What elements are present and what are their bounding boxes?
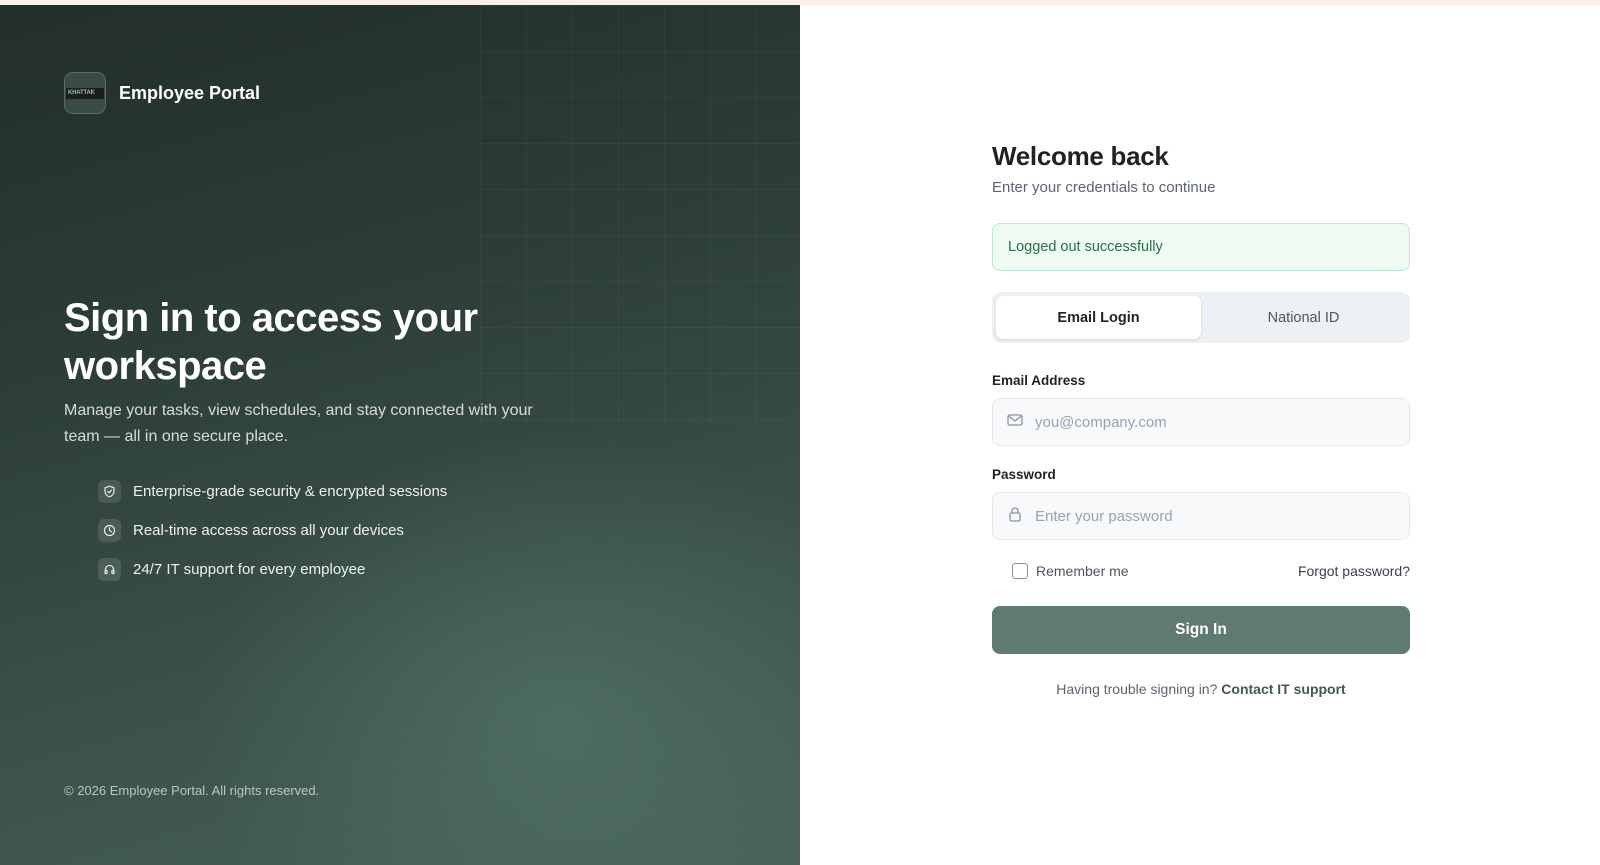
- remember-checkbox[interactable]: [1012, 563, 1028, 579]
- login-method-tabs: Email Login National ID: [992, 292, 1410, 343]
- form-title: Welcome back: [992, 141, 1169, 171]
- lock-icon: [1007, 506, 1023, 527]
- clock-icon: [98, 518, 121, 542]
- brand-panel: KHATTAK Employee Portal Sign in to acces…: [0, 5, 800, 865]
- password-label: Password: [992, 467, 1056, 482]
- grid-pattern: [480, 5, 800, 425]
- email-field-wrapper[interactable]: [992, 398, 1410, 446]
- password-field-wrapper[interactable]: [992, 492, 1410, 540]
- form-subtitle: Enter your credentials to continue: [992, 179, 1216, 196]
- remember-me[interactable]: Remember me: [1012, 563, 1129, 579]
- tab-email-login[interactable]: Email Login: [996, 296, 1201, 339]
- help-prompt: Having trouble signing in?: [1056, 681, 1218, 697]
- feature-text: 24/7 IT support for every employee: [133, 560, 366, 578]
- options-row: Remember me Forgot password?: [992, 561, 1410, 581]
- feature-item: Enterprise-grade security & encrypted se…: [98, 479, 447, 503]
- remember-label: Remember me: [1036, 563, 1129, 579]
- brand-name: Employee Portal: [119, 82, 261, 103]
- logo-mark: KHATTAK: [66, 87, 104, 99]
- shield-icon: [98, 479, 121, 503]
- success-alert: Logged out successfully: [992, 223, 1410, 271]
- email-label: Email Address: [992, 373, 1086, 388]
- feature-item: 24/7 IT support for every employee: [98, 557, 447, 581]
- mail-icon: [1007, 413, 1023, 432]
- forgot-password-link[interactable]: Forgot password?: [1298, 563, 1410, 579]
- tab-national-id[interactable]: National ID: [1201, 296, 1406, 339]
- sign-in-button[interactable]: Sign In: [992, 606, 1410, 654]
- login-form: Welcome back Enter your credentials to c…: [992, 140, 1410, 697]
- feature-list: Enterprise-grade security & encrypted se…: [98, 479, 447, 596]
- company-logo: KHATTAK: [64, 72, 106, 114]
- hero-title: Sign in to access your workspace: [64, 296, 478, 388]
- contact-it-support-link[interactable]: Contact IT support: [1221, 681, 1345, 697]
- email-input[interactable]: [1035, 402, 1375, 442]
- feature-text: Enterprise-grade security & encrypted se…: [133, 482, 448, 500]
- hero-subtitle: Manage your tasks, view schedules, and s…: [64, 402, 533, 445]
- brand: KHATTAK Employee Portal: [64, 72, 260, 114]
- headset-icon: [98, 557, 121, 581]
- feature-text: Real-time access across all your devices: [133, 521, 404, 539]
- copyright: © 2026 Employee Portal. All rights reser…: [64, 783, 320, 798]
- password-input[interactable]: [1035, 496, 1375, 536]
- feature-item: Real-time access across all your devices: [98, 518, 447, 542]
- help-text: Having trouble signing in? Contact IT su…: [992, 681, 1410, 697]
